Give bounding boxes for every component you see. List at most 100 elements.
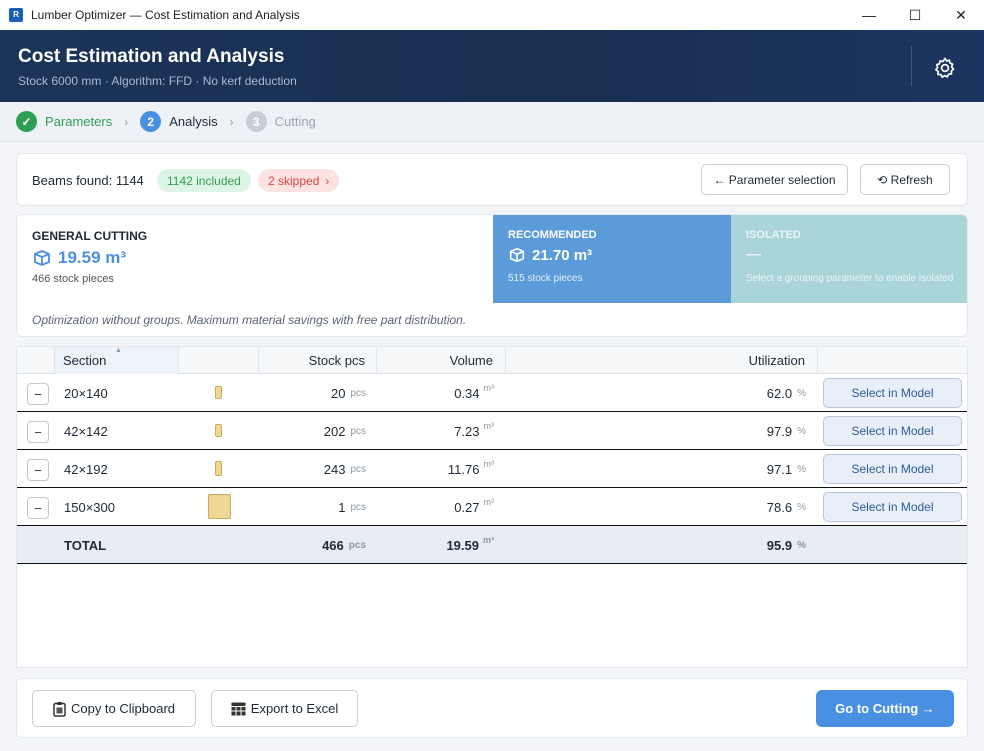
stock-value: 20 [330, 385, 346, 401]
included-badge: 1142 included [157, 169, 251, 192]
page-title: Cost Estimation and Analysis [18, 46, 285, 67]
section-cell: 150×300 [64, 499, 115, 515]
step-label: Cutting [274, 114, 316, 129]
utilization-value: 62.0 [766, 385, 793, 401]
section-swatch [215, 424, 222, 437]
unit-label: % [797, 425, 806, 437]
card-subtext: 515 stock pieces [508, 273, 583, 284]
export-to-excel-button[interactable]: Export to Excel [211, 690, 358, 727]
unit-label: m³ [483, 535, 494, 545]
volume-cell: 19.59 m³ [377, 526, 506, 564]
header-section[interactable]: Section ▲ [55, 347, 179, 374]
maximize-button[interactable]: ☐ [892, 0, 938, 30]
cube-icon [34, 250, 50, 266]
refresh-button[interactable]: ⟲ Refresh [860, 164, 950, 195]
copy-to-clipboard-button[interactable]: Copy to Clipboard [32, 690, 196, 727]
unit-label: m³ [483, 459, 495, 469]
unit-label: pcs [348, 539, 366, 551]
table-total-row: TOTAL 466 pcs 19.59 m³ 95.9% [17, 526, 967, 564]
total-label: TOTAL [64, 537, 107, 553]
skipped-label: 2 skipped [268, 173, 320, 188]
sort-asc-icon: ▲ [115, 347, 122, 354]
header-volume[interactable]: Volume [377, 347, 506, 374]
select-in-model-button[interactable]: Select in Model [823, 454, 962, 484]
step-number: 2 [140, 111, 162, 132]
step-parameters[interactable]: ✓ Parameters [16, 111, 112, 132]
collapse-button[interactable]: − [27, 497, 49, 519]
section-swatch [215, 386, 222, 399]
utilization-cell: 95.9% [506, 526, 818, 564]
header-utilization[interactable]: Utilization [506, 347, 818, 374]
select-in-model-button[interactable]: Select in Model [823, 416, 962, 446]
volume-value: 0.34 [454, 385, 480, 401]
beams-found-label: Beams found: 1144 [32, 173, 144, 188]
card-title: RECOMMENDED [508, 229, 597, 241]
volume-value: 11.76 [447, 461, 480, 477]
page-header: Cost Estimation and Analysis Stock 6000 … [0, 30, 984, 102]
stock-cell: 1 pcs [259, 488, 377, 526]
unit-label: pcs [350, 425, 366, 437]
skipped-badge[interactable]: 2 skipped › [258, 169, 340, 192]
select-in-model-button[interactable]: Select in Model [823, 492, 962, 522]
collapse-button[interactable]: − [27, 383, 49, 405]
window-title: Lumber Optimizer — Cost Estimation and A… [31, 8, 300, 22]
table-row: − 42×192 243 pcs 11.76 m³ 97.1% Select in … [17, 450, 967, 488]
volume-cell: 0.27 m³ [377, 488, 506, 526]
volume-value: 7.23 [454, 423, 480, 439]
go-to-cutting-button[interactable]: Go to Cutting → [816, 690, 954, 727]
utilization-cell: 97.9% [506, 412, 818, 450]
unit-label: m³ [483, 383, 495, 393]
button-label: Export to Excel [250, 701, 339, 716]
card-value: 21.70 m³ [532, 246, 593, 264]
utilization-value: 97.9 [766, 423, 793, 439]
volume-cell: 0.34 m³ [377, 374, 506, 412]
chevron-right-icon: › [325, 173, 330, 188]
unit-label: m³ [483, 497, 495, 507]
column-label: Utilization [748, 353, 805, 368]
unit-label: % [797, 501, 806, 513]
unit-label: m³ [483, 421, 495, 431]
unit-label: pcs [350, 501, 366, 513]
parameter-selection-button[interactable]: ← Parameter selection [701, 164, 848, 195]
table-header: Section ▲ Stock pcs Volume Utilization [17, 347, 967, 374]
step-analysis[interactable]: 2 Analysis [140, 111, 218, 132]
settings-button[interactable] [931, 54, 959, 82]
collapse-button[interactable]: − [27, 459, 49, 481]
step-cutting[interactable]: 3 Cutting [245, 111, 316, 132]
section-table: Section ▲ Stock pcs Volume Utilization −… [16, 346, 968, 668]
step-label: Parameters [45, 114, 113, 129]
column-label: Section [63, 353, 107, 368]
stock-cell: 243 pcs [259, 450, 377, 488]
window-title-bar: R Lumber Optimizer — Cost Estimation and… [0, 0, 984, 30]
card-title: ISOLATED [746, 229, 801, 241]
stock-cell: 20 pcs [259, 374, 377, 412]
stock-value: 1 [338, 499, 346, 515]
stock-value: 466 [322, 537, 344, 553]
isolated-card[interactable]: ISOLATED — Select a grouping parameter t… [731, 215, 967, 303]
header-stock[interactable]: Stock pcs [259, 347, 377, 374]
card-value: — [746, 246, 761, 263]
unit-label: % [797, 463, 806, 475]
column-label: Stock pcs [308, 353, 365, 368]
minimize-button[interactable]: — [846, 0, 892, 30]
close-button[interactable]: ✕ [938, 0, 984, 30]
volume-value: 19.59 [446, 537, 479, 553]
select-in-model-button[interactable]: Select in Model [823, 378, 962, 408]
header-actions-column [818, 347, 967, 374]
utilization-value: 97.1 [766, 461, 793, 477]
button-label: Copy to Clipboard [70, 701, 176, 716]
utilization-value: 95.9 [766, 537, 793, 553]
chevron-right-icon: › [229, 114, 234, 129]
unit-label: % [797, 539, 806, 551]
general-cutting-card[interactable]: GENERAL CUTTING 19.59 m³ 466 stock piece… [17, 215, 492, 303]
section-cell: 20×140 [64, 385, 108, 401]
unit-label: % [797, 387, 806, 399]
unit-label: pcs [350, 463, 366, 475]
collapse-button[interactable]: − [27, 421, 49, 443]
recommended-card[interactable]: RECOMMENDED 21.70 m³ 515 stock pieces [493, 215, 731, 303]
summary-bar: Beams found: 1144 1142 included 2 skippe… [16, 153, 968, 206]
section-swatch [215, 461, 222, 476]
section-cell: 42×192 [64, 461, 108, 477]
header-divider [911, 46, 912, 86]
step-number: 3 [245, 111, 267, 132]
